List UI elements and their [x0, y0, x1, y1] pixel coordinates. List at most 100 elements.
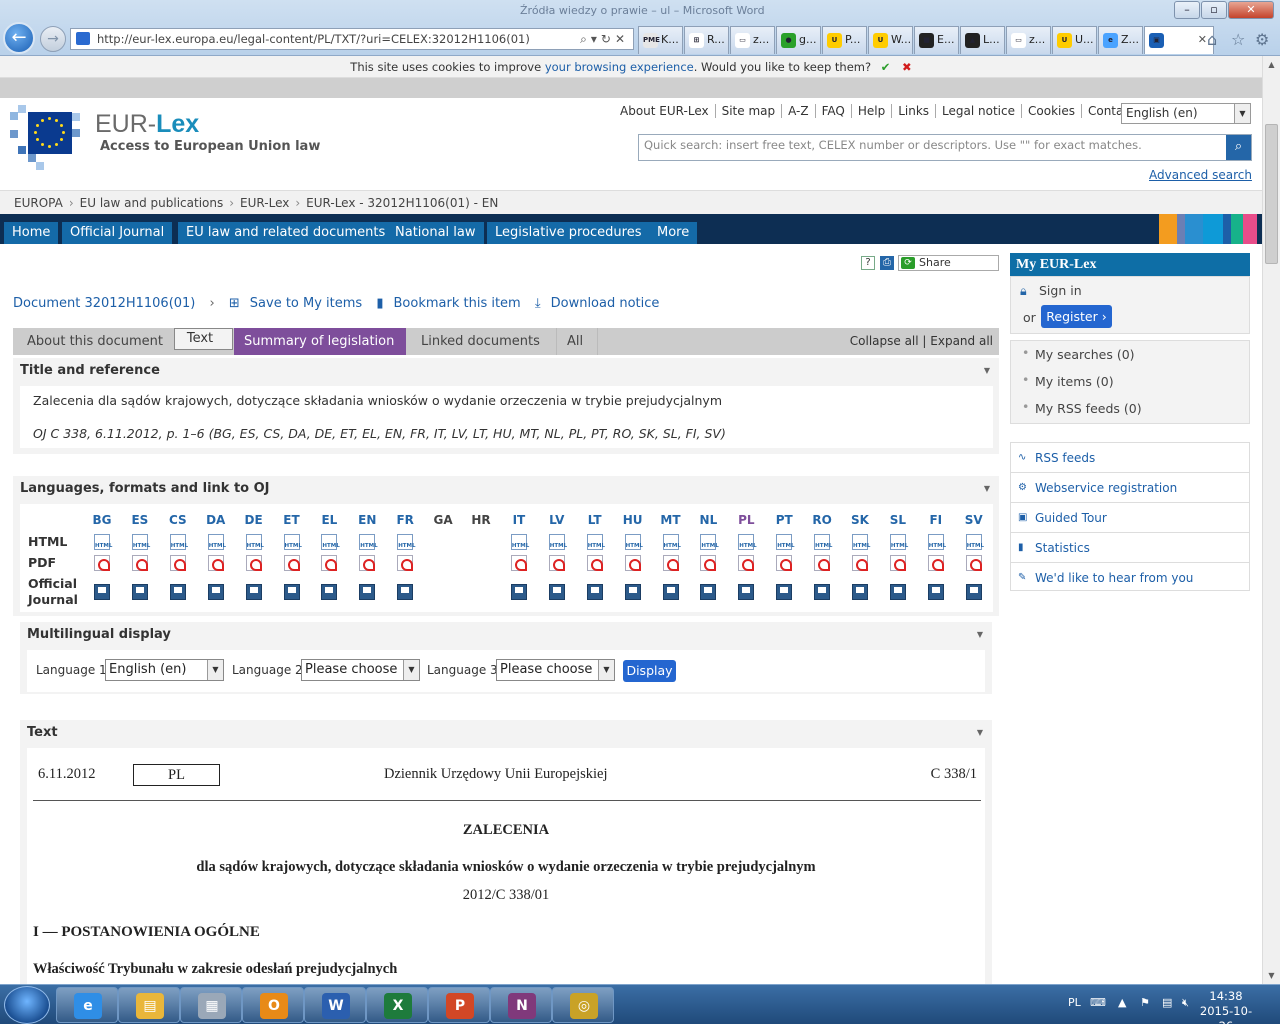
pdf-format-icon[interactable] [510, 555, 527, 571]
browser-tab[interactable]: ▣ ✕ [1144, 26, 1214, 54]
pdf-format-icon[interactable] [359, 555, 376, 571]
official-journal-icon[interactable] [510, 584, 527, 600]
language-code-de[interactable]: DE [242, 513, 266, 527]
breadcrumb-item[interactable]: EU law and publications [80, 196, 224, 210]
html-format-icon[interactable]: HTML [131, 534, 150, 550]
taskbar-calculator[interactable]: ▦ [180, 987, 242, 1023]
pdf-format-icon[interactable] [814, 555, 831, 571]
top-link-links[interactable]: Links [892, 104, 937, 118]
official-journal-icon[interactable] [662, 584, 679, 600]
network-icon[interactable]: ▤ [1162, 996, 1172, 1009]
html-format-icon[interactable]: HTML [700, 534, 719, 550]
forward-button[interactable]: → [40, 26, 66, 52]
pdf-format-icon[interactable] [738, 555, 755, 571]
browser-tab[interactable]: ▭ z... [1006, 26, 1051, 54]
collapse-arrow-icon[interactable]: ▼ [984, 366, 990, 375]
menu-item-home[interactable]: Home [4, 222, 59, 244]
official-journal-icon[interactable] [94, 584, 110, 600]
language-code-hu[interactable]: HU [621, 513, 645, 527]
back-button[interactable]: ← [3, 22, 35, 54]
language-code-sl[interactable]: SL [886, 513, 910, 527]
page-scrollbar[interactable]: ▲ ▼ [1262, 56, 1280, 984]
save-to-my-items-link[interactable]: Save to My items [250, 296, 362, 311]
menu-item-more[interactable]: More [649, 222, 698, 244]
official-journal-icon[interactable] [738, 584, 755, 600]
language-code-cs[interactable]: CS [166, 513, 190, 527]
html-format-icon[interactable]: HTML [321, 534, 340, 550]
taskbar-file-explorer[interactable]: ▤ [118, 987, 180, 1023]
html-format-icon[interactable]: HTML [624, 534, 643, 550]
official-journal-icon[interactable] [624, 584, 641, 600]
cookie-link[interactable]: your browsing experience [545, 60, 694, 74]
pdf-format-icon[interactable] [548, 555, 565, 571]
browser-tab[interactable]: PME K... [638, 26, 683, 54]
breadcrumb-item[interactable]: EUR-Lex [240, 196, 289, 210]
input-language[interactable]: PL [1068, 996, 1081, 1009]
language-1-select[interactable]: English (en) ▼ [105, 659, 224, 681]
html-format-icon[interactable]: HTML [359, 534, 378, 550]
my-item-link[interactable]: My RSS feeds (0) [1035, 401, 1142, 416]
sign-in-link[interactable]: Sign in [1039, 283, 1082, 298]
top-link-site-map[interactable]: Site map [715, 104, 783, 118]
official-journal-icon[interactable] [245, 584, 262, 600]
expand-all-link[interactable]: Expand all [930, 334, 993, 348]
official-journal-icon[interactable] [927, 584, 944, 600]
taskbar-outlook[interactable]: O [242, 987, 304, 1023]
keyboard-icon[interactable]: ⌨ [1090, 996, 1106, 1009]
language-code-pt[interactable]: PT [772, 513, 796, 527]
collapse-all-link[interactable]: Collapse all [850, 334, 919, 348]
official-journal-icon[interactable] [321, 584, 338, 600]
maximize-button[interactable]: ▫ [1201, 1, 1227, 19]
clock[interactable]: 14:38 2015-10-26 [1196, 989, 1256, 1034]
official-journal-icon[interactable] [965, 584, 982, 600]
official-journal-icon[interactable] [169, 584, 186, 600]
browser-tab[interactable]: U W... [868, 26, 913, 54]
minimize-button[interactable]: – [1174, 1, 1200, 19]
html-format-icon[interactable]: HTML [738, 534, 757, 550]
register-button[interactable]: Register › [1041, 305, 1112, 328]
show-hidden-icons-icon[interactable]: ▲ [1118, 996, 1126, 1009]
menu-item-official-journal[interactable]: Official Journal [62, 222, 173, 244]
text-heading[interactable]: Text [27, 720, 58, 746]
official-journal-icon[interactable] [207, 584, 224, 600]
official-journal-icon[interactable] [814, 584, 831, 600]
html-format-icon[interactable]: HTML [169, 534, 188, 550]
language-code-lt[interactable]: LT [583, 513, 607, 527]
pdf-format-icon[interactable] [169, 555, 186, 571]
collapse-arrow-icon[interactable]: ▼ [977, 630, 983, 639]
pdf-format-icon[interactable] [776, 555, 793, 571]
official-journal-icon[interactable] [852, 584, 868, 600]
language-code-en[interactable]: EN [355, 513, 379, 527]
language-code-pl[interactable]: PL [734, 513, 758, 527]
official-journal-icon[interactable] [700, 584, 717, 600]
guided-tour-link[interactable]: ▣ Guided Tour [1011, 503, 1249, 533]
taskbar-excel[interactable]: X [366, 987, 428, 1023]
advanced-search-link[interactable]: Advanced search [1149, 168, 1252, 182]
breadcrumb-item[interactable]: EUROPA [14, 196, 63, 210]
tab-all[interactable]: All [556, 328, 598, 355]
browser-tab[interactable]: ⊞ R... [684, 26, 729, 54]
volume-icon[interactable]: 🔇︎ [1182, 996, 1189, 1010]
pdf-format-icon[interactable] [586, 555, 603, 571]
taskbar-internet-explorer[interactable]: e [56, 987, 118, 1023]
scroll-up-icon[interactable]: ▲ [1263, 56, 1280, 73]
language-code-bg[interactable]: BG [90, 513, 114, 527]
pdf-format-icon[interactable] [283, 555, 300, 571]
my-item-link[interactable]: My searches (0) [1035, 347, 1135, 362]
language-code-sk[interactable]: SK [848, 513, 872, 527]
html-format-icon[interactable]: HTML [852, 534, 870, 550]
action-center-icon[interactable]: ⚑ [1140, 996, 1150, 1009]
bookmark-link[interactable]: Bookmark this item [394, 296, 521, 311]
tab-close-icon[interactable]: ✕ [1198, 27, 1207, 53]
html-format-icon[interactable]: HTML [548, 534, 567, 550]
favorites-icon[interactable]: ☆ [1231, 30, 1245, 49]
html-format-icon[interactable]: HTML [283, 534, 302, 550]
pdf-format-icon[interactable] [131, 555, 148, 571]
language-code-el[interactable]: EL [317, 513, 341, 527]
language-code-sv[interactable]: SV [962, 513, 986, 527]
pdf-format-icon[interactable] [852, 555, 868, 571]
pdf-format-icon[interactable] [94, 555, 110, 571]
multilingual-heading[interactable]: Multilingual display [27, 622, 171, 648]
top-link-legal-notice[interactable]: Legal notice [936, 104, 1022, 118]
scroll-down-icon[interactable]: ▼ [1263, 967, 1280, 984]
